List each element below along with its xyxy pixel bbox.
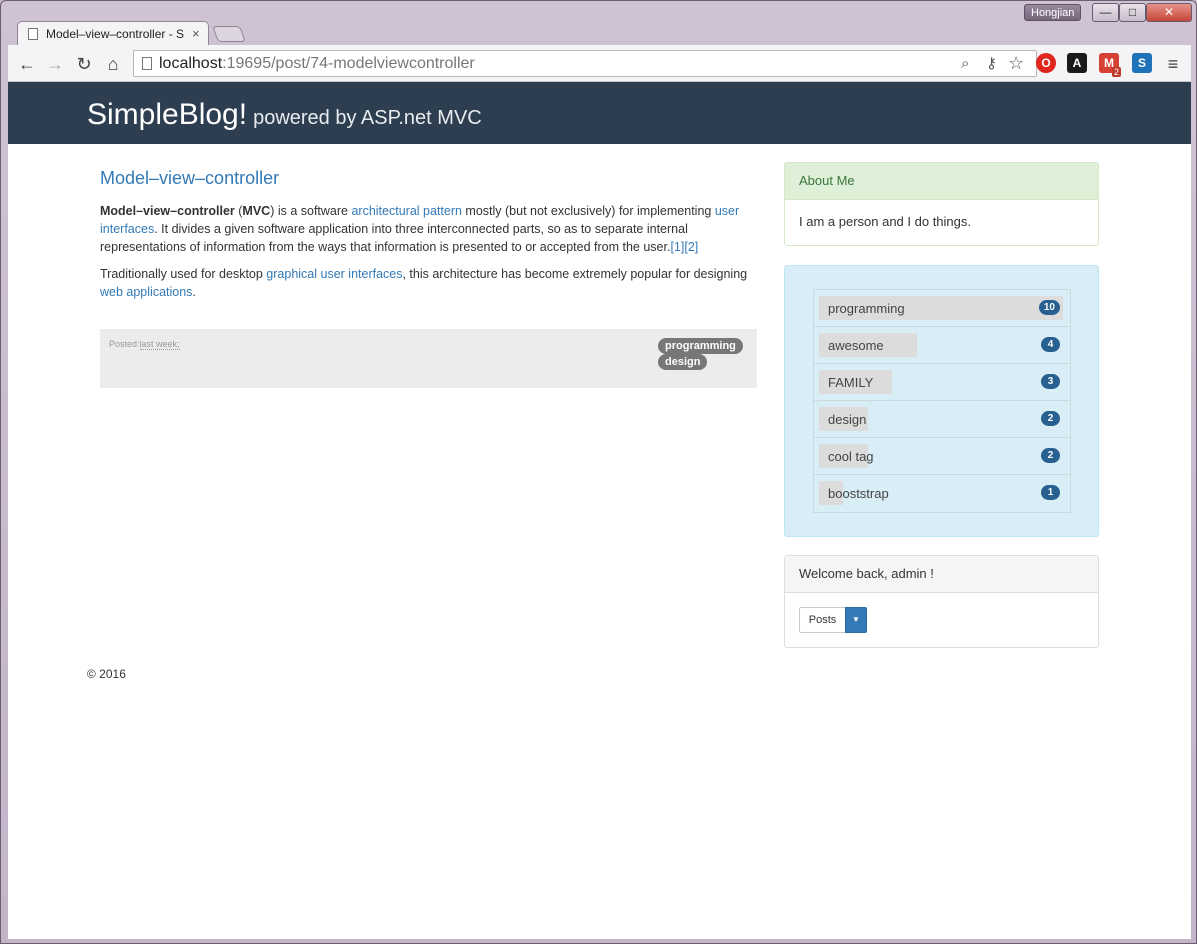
url-text: localhost:19695/post/74-modelviewcontrol… <box>159 51 475 76</box>
reference-1-link[interactable]: [1] <box>670 240 684 254</box>
text: , this architecture has become extremely… <box>402 267 748 281</box>
tag-cloud-item[interactable]: design 2 <box>814 401 1070 438</box>
welcome-body: Posts ▼ <box>785 593 1098 647</box>
reload-icon[interactable]: ↻ <box>73 53 95 75</box>
tag-name[interactable]: FAMILY <box>828 375 873 390</box>
tab-title: Model–view–controller - S <box>46 27 185 41</box>
url-path: :19695/post/74-modelviewcontroller <box>222 55 475 72</box>
tag-count-badge: 3 <box>1041 374 1060 389</box>
title-bar: Hongjian — □ ✕ Model–view–controller - S… <box>1 1 1196 46</box>
site-navbar: SimpleBlog! powered by ASP.net MVC <box>8 82 1191 144</box>
search-icon[interactable]: ⌕ <box>961 51 969 76</box>
abbr-bold: MVC <box>242 204 271 218</box>
sidebar: About Me I am a person and I do things. … <box>784 162 1099 656</box>
tag-cloud-item[interactable]: cool tag 2 <box>814 438 1070 475</box>
maximize-button[interactable]: □ <box>1119 3 1146 22</box>
bookmark-star-icon[interactable]: ☆ <box>1008 51 1024 76</box>
text: . It divides a given software applicatio… <box>100 222 688 254</box>
copyright: © 2016 <box>87 667 126 681</box>
posted-info: Posted:last week; <box>109 339 180 350</box>
posts-dropdown-caret-icon[interactable]: ▼ <box>845 607 867 633</box>
site-brand[interactable]: SimpleBlog! powered by ASP.net MVC <box>87 98 482 132</box>
tag-badge-design[interactable]: design <box>658 354 708 370</box>
s-icon[interactable]: S <box>1132 53 1152 73</box>
post-tags: programming design <box>658 338 754 370</box>
posted-label: Posted: <box>109 339 140 349</box>
tag-count-badge: 2 <box>1041 448 1060 463</box>
brand-tagline: powered by ASP.net MVC <box>253 107 482 129</box>
url-host: localhost <box>159 55 223 72</box>
link-graphical-user-interfaces[interactable]: graphical user interfaces <box>266 267 402 281</box>
tag-name[interactable]: booststrap <box>828 486 889 501</box>
opera-icon[interactable]: O <box>1036 53 1056 73</box>
tag-cloud-item[interactable]: booststrap 1 <box>814 475 1070 512</box>
menu-icon[interactable]: ≡ <box>1162 53 1184 75</box>
welcome-panel: Welcome back, admin ! Posts ▼ <box>784 555 1099 648</box>
text: ) is a software <box>270 204 352 218</box>
browser-window: Hongjian — □ ✕ Model–view–controller - S… <box>0 0 1197 944</box>
text: . <box>192 285 196 299</box>
tag-cloud-item[interactable]: awesome 4 <box>814 327 1070 364</box>
home-icon[interactable]: ⌂ <box>102 53 124 75</box>
about-heading: About Me <box>785 163 1098 200</box>
link-architectural-pattern[interactable]: architectural pattern <box>351 204 461 218</box>
brand-name[interactable]: SimpleBlog! <box>87 98 247 131</box>
key-icon[interactable]: ⚷ <box>986 51 997 76</box>
tag-count-badge: 4 <box>1041 337 1060 352</box>
about-body: I am a person and I do things. <box>799 214 971 229</box>
post-article: Model–view–controller Model–view–control… <box>100 168 757 310</box>
posted-time: last week; <box>139 339 180 350</box>
page-viewport: SimpleBlog! powered by ASP.net MVC Model–… <box>8 82 1191 939</box>
acrobat-icon[interactable]: A <box>1067 53 1087 73</box>
tag-count-badge: 1 <box>1041 485 1060 500</box>
text: mostly (but not exclusively) for impleme… <box>461 204 715 218</box>
tag-badge-programming[interactable]: programming <box>658 338 743 354</box>
minimize-button[interactable]: — <box>1092 3 1119 22</box>
term-bold: Model–view–controller <box>100 204 235 218</box>
about-panel: About Me I am a person and I do things. <box>784 162 1099 246</box>
text: Traditionally used for desktop <box>100 267 267 281</box>
link-web-applications[interactable]: web applications <box>100 285 192 299</box>
tab-close-icon[interactable]: × <box>192 22 200 46</box>
page-icon <box>142 57 152 70</box>
forward-icon[interactable]: → <box>44 53 66 75</box>
reference-2-link[interactable]: [2] <box>684 240 698 254</box>
tag-count-badge: 10 <box>1038 300 1060 315</box>
post-paragraph-2: Traditionally used for desktop graphical… <box>100 265 757 301</box>
tag-name[interactable]: design <box>828 412 866 427</box>
gmail-badge: 2 <box>1112 67 1122 77</box>
posts-button[interactable]: Posts <box>799 607 846 633</box>
close-window-button[interactable]: ✕ <box>1146 3 1192 22</box>
post-paragraph-1: Model–view–controller (MVC) is a softwar… <box>100 202 757 256</box>
address-bar[interactable]: localhost:19695/post/74-modelviewcontrol… <box>133 50 1037 77</box>
user-badge[interactable]: Hongjian <box>1024 4 1082 21</box>
tag-name[interactable]: awesome <box>828 338 884 353</box>
tag-list: programming 10 awesome 4 FAMILY 3 design 2 cool … <box>813 289 1071 513</box>
post-footer: Posted:last week; programming design <box>100 329 757 388</box>
post-title[interactable]: Model–view–controller <box>100 168 757 189</box>
tag-cloud-item[interactable]: FAMILY 3 <box>814 364 1070 401</box>
tag-cloud-item[interactable]: programming 10 <box>814 290 1070 327</box>
tag-name[interactable]: cool tag <box>828 449 874 464</box>
document-icon <box>28 28 38 40</box>
tag-cloud-panel: programming 10 awesome 4 FAMILY 3 design 2 cool … <box>784 265 1099 537</box>
tag-count-badge: 2 <box>1041 411 1060 426</box>
welcome-heading: Welcome back, admin ! <box>785 556 1098 593</box>
new-tab-button[interactable] <box>212 26 246 42</box>
browser-toolbar: ← → ↻ ⌂ localhost:19695/post/74-modelvie… <box>8 45 1191 82</box>
back-icon[interactable]: ← <box>16 53 38 75</box>
browser-tab[interactable]: Model–view–controller - S × <box>17 21 209 46</box>
tag-name[interactable]: programming <box>828 301 905 316</box>
